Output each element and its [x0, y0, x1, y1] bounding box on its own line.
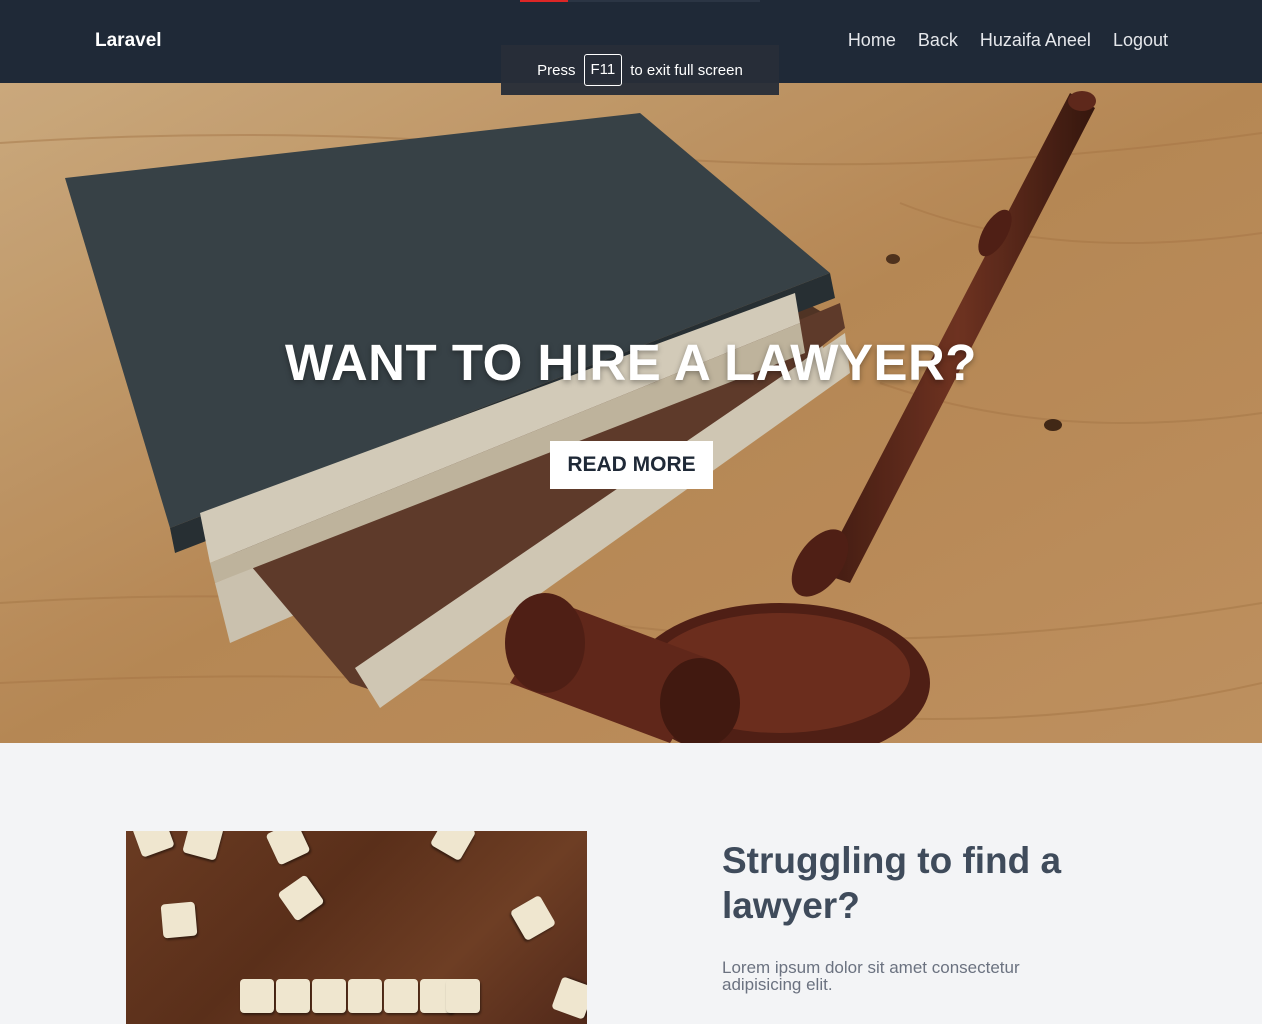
scrabble-tile — [265, 831, 311, 866]
scrabble-tile — [446, 979, 480, 1013]
nav-link-logout[interactable]: Logout — [1113, 30, 1168, 51]
intro-section: Struggling to find a lawyer? Lorem ipsum… — [0, 743, 1262, 1024]
scrabble-tile — [551, 976, 587, 1020]
justice-scrabble-image — [126, 831, 587, 1024]
f11-key-badge: F11 — [583, 54, 623, 86]
hero-banner: WANT TO HIRE A LAWYER? READ MORE — [0, 83, 1262, 743]
scrabble-tile — [277, 874, 325, 922]
section-description: Lorem ipsum dolor sit amet consectetur a… — [722, 958, 1020, 994]
hero-overlay — [0, 83, 1262, 743]
scrabble-tile — [312, 979, 346, 1013]
scrabble-tile — [384, 979, 418, 1013]
scrabble-tile — [131, 831, 175, 858]
scrabble-tile — [429, 831, 477, 862]
brand-logo[interactable]: Laravel — [95, 30, 162, 52]
scrabble-tile — [160, 901, 198, 939]
fullscreen-notice-suffix: to exit full screen — [630, 61, 743, 79]
nav-link-user[interactable]: Huzaifa Aneel — [980, 30, 1091, 51]
nav-menu: Home Back Huzaifa Aneel Logout — [848, 30, 1168, 51]
nav-link-back[interactable]: Back — [918, 30, 958, 51]
fullscreen-indicator-bar — [520, 0, 760, 2]
scrabble-tile — [348, 979, 382, 1013]
fullscreen-exit-notice: Press F11 to exit full screen — [501, 45, 779, 95]
nav-link-home[interactable]: Home — [848, 30, 896, 51]
read-more-button[interactable]: READ MORE — [550, 441, 713, 489]
scrabble-tile — [182, 831, 224, 861]
section-heading: Struggling to find a lawyer? — [722, 840, 1062, 926]
scrabble-tile — [276, 979, 310, 1013]
scrabble-tile — [509, 894, 557, 942]
fullscreen-notice-prefix: Press — [537, 61, 576, 79]
hero-title: WANT TO HIRE A LAWYER? — [285, 334, 977, 391]
scrabble-tile — [240, 979, 274, 1013]
